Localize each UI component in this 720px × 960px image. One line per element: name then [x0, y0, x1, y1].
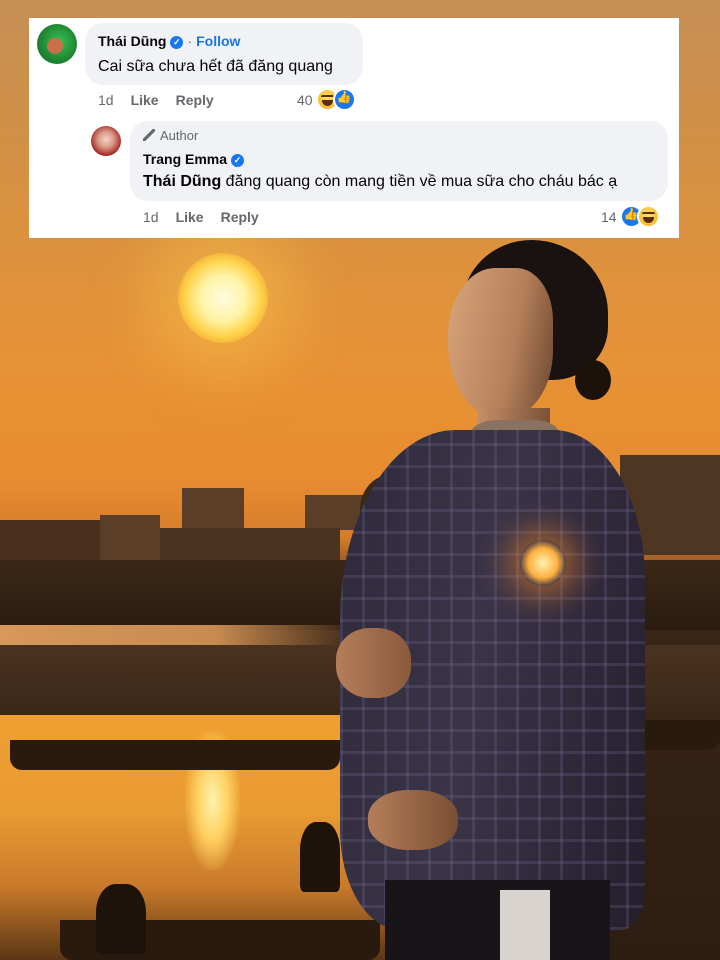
reaction-summary[interactable]: 14 — [601, 205, 660, 228]
mention-link[interactable]: Thái Dũng — [143, 173, 221, 190]
reply-text: Thái Dũng đăng quang còn mang tiền về mu… — [143, 173, 617, 191]
water-strip — [0, 625, 360, 647]
comment-text: Cai sữa chưa hết đã đăng quang — [98, 58, 333, 75]
building — [182, 488, 244, 528]
like-button[interactable]: Like — [176, 209, 204, 225]
reply-button[interactable]: Reply — [176, 92, 214, 108]
avatar[interactable] — [91, 126, 121, 156]
reply-actions: 1d Like Reply — [143, 209, 276, 225]
reply-time[interactable]: 1d — [143, 209, 159, 225]
woman-hair-bun — [575, 360, 611, 400]
reaction-count: 40 — [297, 91, 313, 108]
building — [0, 520, 100, 562]
reply-button[interactable]: Reply — [221, 209, 259, 225]
author-badge: Author — [143, 128, 198, 143]
haha-icon — [636, 205, 660, 228]
fisherman-silhouette — [300, 822, 340, 892]
comment-card: Thái Dũng ✓ · Follow Cai sữa chưa hết đã đă… — [29, 18, 679, 238]
woman-hand — [336, 628, 411, 698]
verified-badge-icon: ✓ — [170, 36, 184, 49]
comment-time[interactable]: 1d — [98, 92, 114, 108]
reaction-summary[interactable]: 40 — [297, 88, 356, 111]
reply-body: đăng quang còn mang tiền về mua sữa cho … — [221, 173, 618, 190]
boat — [10, 740, 340, 770]
follow-button[interactable]: Follow — [196, 33, 240, 49]
sun — [178, 253, 268, 343]
reply-header: Trang Emma ✓ — [143, 151, 245, 169]
comment-actions: 1d Like Reply — [98, 92, 231, 108]
like-button[interactable]: Like — [131, 92, 159, 108]
reaction-count: 14 — [601, 208, 617, 225]
author-badge-label: Author — [160, 128, 199, 143]
woman-hand — [368, 790, 458, 850]
fisherman-silhouette — [96, 884, 146, 954]
building — [100, 515, 160, 560]
avatar[interactable] — [37, 24, 77, 64]
author-name[interactable]: Trang Emma — [143, 151, 227, 167]
verified-badge-icon: ✓ — [231, 154, 245, 167]
woman-pants — [385, 880, 610, 960]
lens-flare — [520, 540, 566, 586]
separator-dot: · — [187, 33, 193, 49]
pencil-icon — [143, 129, 155, 141]
like-icon — [332, 88, 356, 111]
comment-bubble: Thái Dũng ✓ · Follow Cai sữa chưa hết đã đă… — [85, 23, 363, 85]
white-stripe — [500, 890, 550, 960]
comment-header: Thái Dũng ✓ · Follow — [98, 33, 240, 51]
author-name[interactable]: Thái Dũng — [98, 33, 166, 49]
woman-face — [448, 268, 553, 418]
building — [160, 528, 340, 562]
